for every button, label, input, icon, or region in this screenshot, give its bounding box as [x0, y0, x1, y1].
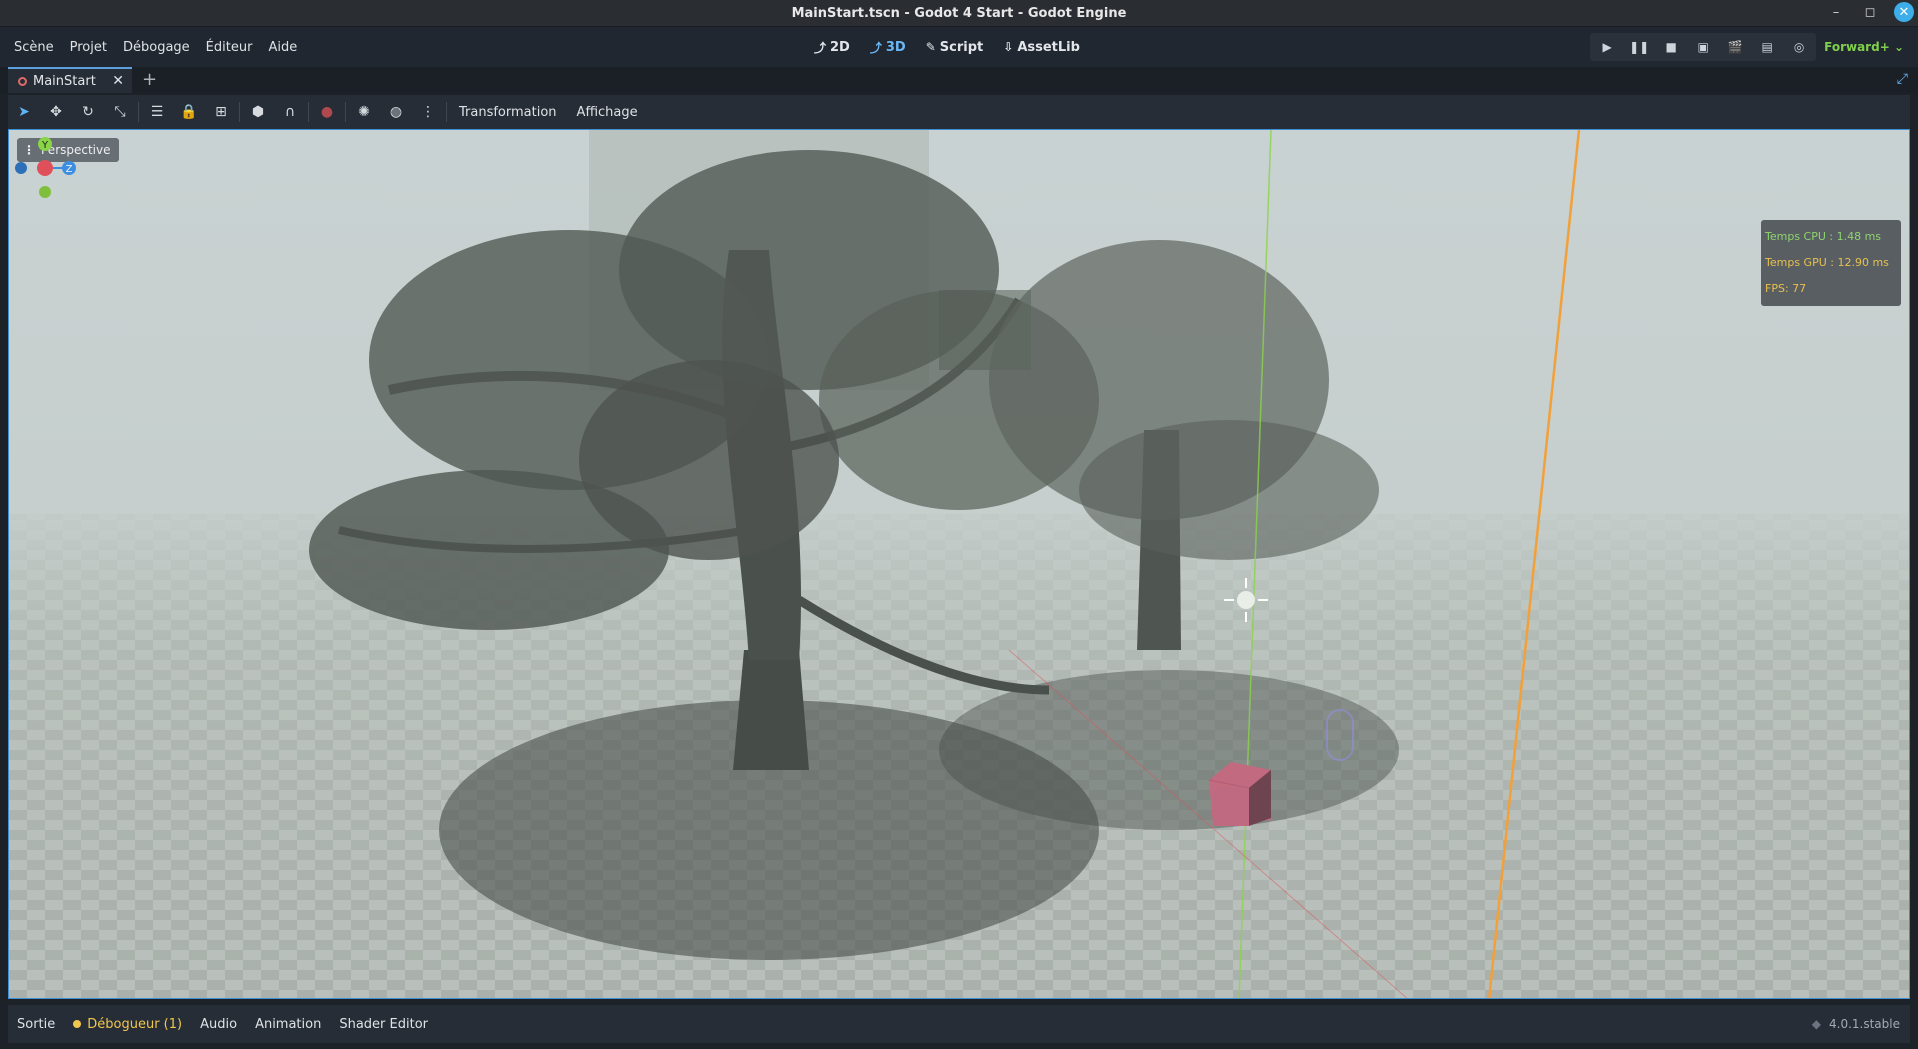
- main-screen-2d-label: 2D: [830, 39, 850, 55]
- close-window-button[interactable]: ✕: [1894, 2, 1914, 22]
- tab-audio[interactable]: Audio: [191, 1017, 246, 1032]
- rotate-icon[interactable]: ↻: [72, 98, 104, 126]
- menu-project[interactable]: Projet: [62, 40, 115, 55]
- toolbar-separator: [308, 102, 309, 122]
- script-icon: ✎: [925, 40, 936, 54]
- gpu-time: Temps GPU : 12.90 ms: [1765, 256, 1889, 269]
- scene-render: [9, 130, 1909, 998]
- neg-z-axis-handle[interactable]: [15, 162, 27, 174]
- view-menu[interactable]: Affichage: [567, 105, 648, 120]
- neg-y-axis-handle[interactable]: [39, 186, 51, 198]
- scene-tab-mainstart[interactable]: MainStart ✕: [8, 67, 132, 93]
- window-title: MainStart.tscn - Godot 4 Start - Godot E…: [791, 5, 1127, 21]
- tab-debugger-label: Débogueur (1): [87, 1016, 183, 1032]
- more-icon[interactable]: ⋮: [412, 98, 444, 126]
- scale-icon[interactable]: ⤡: [104, 98, 136, 126]
- tab-shader-editor[interactable]: Shader Editor: [330, 1017, 437, 1032]
- orientation-gizmo[interactable]: Y Z: [9, 130, 81, 202]
- renderer-selector[interactable]: Forward+ ⌄: [1818, 40, 1910, 54]
- renderer-label: Forward+: [1824, 40, 1890, 54]
- scene-tab-bar: MainStart ✕ + ⤢: [0, 67, 1918, 93]
- camera-override-icon[interactable]: ●: [311, 98, 343, 126]
- 3d-viewport[interactable]: ⋮ Perspective Y Z Temps CPU : 1.48 ms Te…: [8, 129, 1910, 999]
- 3d-icon: ⤴: [869, 40, 882, 55]
- tab-output-label: Sortie: [17, 1016, 56, 1032]
- list-select-icon[interactable]: ☰: [141, 98, 173, 126]
- scene-tab-label: MainStart: [33, 73, 96, 89]
- group-icon[interactable]: ⊞: [205, 98, 237, 126]
- menu-help[interactable]: Aide: [260, 40, 305, 55]
- toolbar-separator: [345, 102, 346, 122]
- warning-dot-icon: [73, 1020, 82, 1028]
- add-scene-tab-button[interactable]: +: [142, 69, 157, 90]
- tree-shadow-small: [939, 670, 1399, 830]
- play-custom-icon[interactable]: ▤: [1754, 35, 1780, 59]
- tab-output[interactable]: Sortie: [8, 1017, 64, 1032]
- transform-menu[interactable]: Transformation: [449, 105, 567, 120]
- tab-audio-label: Audio: [200, 1016, 238, 1032]
- play-scene-icon[interactable]: 🎬: [1722, 35, 1748, 59]
- version-info: ◆ 4.0.1.stable: [1812, 1017, 1900, 1031]
- z-axis-label: Z: [66, 164, 73, 175]
- main-screen-script-button[interactable]: ✎ Script: [920, 38, 990, 57]
- menu-bar: Scène Projet Débogage Éditeur Aide ⤴ 2D …: [0, 27, 1918, 67]
- main-screen-3d-label: 3D: [885, 39, 906, 55]
- play-icon[interactable]: ▶: [1594, 35, 1620, 59]
- tab-shader-editor-label: Shader Editor: [339, 1016, 429, 1032]
- distraction-free-icon[interactable]: ⤢: [1897, 71, 1908, 87]
- version-label: 4.0.1.stable: [1829, 1017, 1900, 1031]
- spatial-editor-toolbar: ➤ ✥ ↻ ⤡ ☰ 🔒 ⊞ ⬢ ∩ ● ✺ ◍ ⋮ Transformation…: [8, 95, 1910, 129]
- main-screen-assetlib-label: AssetLib: [1017, 39, 1080, 55]
- select-icon[interactable]: ➤: [8, 98, 40, 126]
- toolbar-separator: [138, 102, 139, 122]
- chevron-down-icon: ⌄: [1893, 40, 1904, 54]
- cpu-time: Temps CPU : 1.48 ms: [1765, 230, 1882, 243]
- pause-icon[interactable]: ❚❚: [1626, 35, 1652, 59]
- assetlib-icon: ⇩: [1003, 40, 1014, 54]
- scene-root-icon: [18, 76, 27, 86]
- run-buttons: ▶ ❚❚ ■ ▣ 🎬 ▤ ◎: [1590, 33, 1817, 61]
- main-screen-switcher: ⤴ 2D ⤴ 3D ✎ Script ⇩ AssetLib: [808, 27, 1086, 67]
- tab-animation[interactable]: Animation: [246, 1017, 330, 1032]
- maximize-button[interactable]: ◻: [1860, 2, 1880, 22]
- main-screen-assetlib-button[interactable]: ⇩ AssetLib: [997, 38, 1086, 57]
- main-menu: Scène Projet Débogage Éditeur Aide: [6, 40, 305, 55]
- x-axis-handle[interactable]: [37, 160, 53, 176]
- main-screen-2d-button[interactable]: ⤴ 2D: [808, 37, 856, 58]
- main-screen-script-label: Script: [939, 39, 984, 55]
- use-snap-icon[interactable]: ∩: [274, 98, 306, 126]
- menu-debug[interactable]: Débogage: [115, 40, 198, 55]
- close-tab-icon[interactable]: ✕: [112, 73, 124, 89]
- toolbar-separator: [239, 102, 240, 122]
- tab-animation-label: Animation: [255, 1016, 322, 1032]
- environment-icon[interactable]: ◍: [380, 98, 412, 126]
- window-controls: – ◻ ✕: [1826, 2, 1914, 22]
- minimize-button[interactable]: –: [1826, 2, 1846, 22]
- remote-debug-icon[interactable]: ▣: [1690, 35, 1716, 59]
- main-screen-3d-button[interactable]: ⤴ 3D: [864, 37, 912, 58]
- stop-icon[interactable]: ■: [1658, 35, 1684, 59]
- menu-editor[interactable]: Éditeur: [198, 40, 261, 55]
- update-spinner-icon: ◆: [1811, 1017, 1821, 1031]
- bottom-panel-bar: Sortie Débogueur (1) Audio Animation Sha…: [8, 1005, 1910, 1043]
- sun-icon[interactable]: ✺: [348, 98, 380, 126]
- 2d-icon: ⤴: [814, 40, 827, 55]
- movie-maker-icon[interactable]: ◎: [1786, 35, 1812, 59]
- window-titlebar: MainStart.tscn - Godot 4 Start - Godot E…: [0, 0, 1918, 27]
- run-bar: ▶ ❚❚ ■ ▣ 🎬 ▤ ◎ Forward+ ⌄: [1590, 33, 1910, 61]
- lock-icon[interactable]: 🔒: [173, 98, 205, 126]
- fps-counter: FPS: 77: [1765, 282, 1807, 295]
- tab-debugger[interactable]: Débogueur (1): [64, 1017, 191, 1032]
- menu-scene[interactable]: Scène: [6, 40, 62, 55]
- y-axis-label: Y: [41, 140, 49, 151]
- performance-stats: Temps CPU : 1.48 ms Temps GPU : 12.90 ms…: [1761, 220, 1901, 306]
- move-icon[interactable]: ✥: [40, 98, 72, 126]
- local-space-icon[interactable]: ⬢: [242, 98, 274, 126]
- toolbar-separator: [446, 102, 447, 122]
